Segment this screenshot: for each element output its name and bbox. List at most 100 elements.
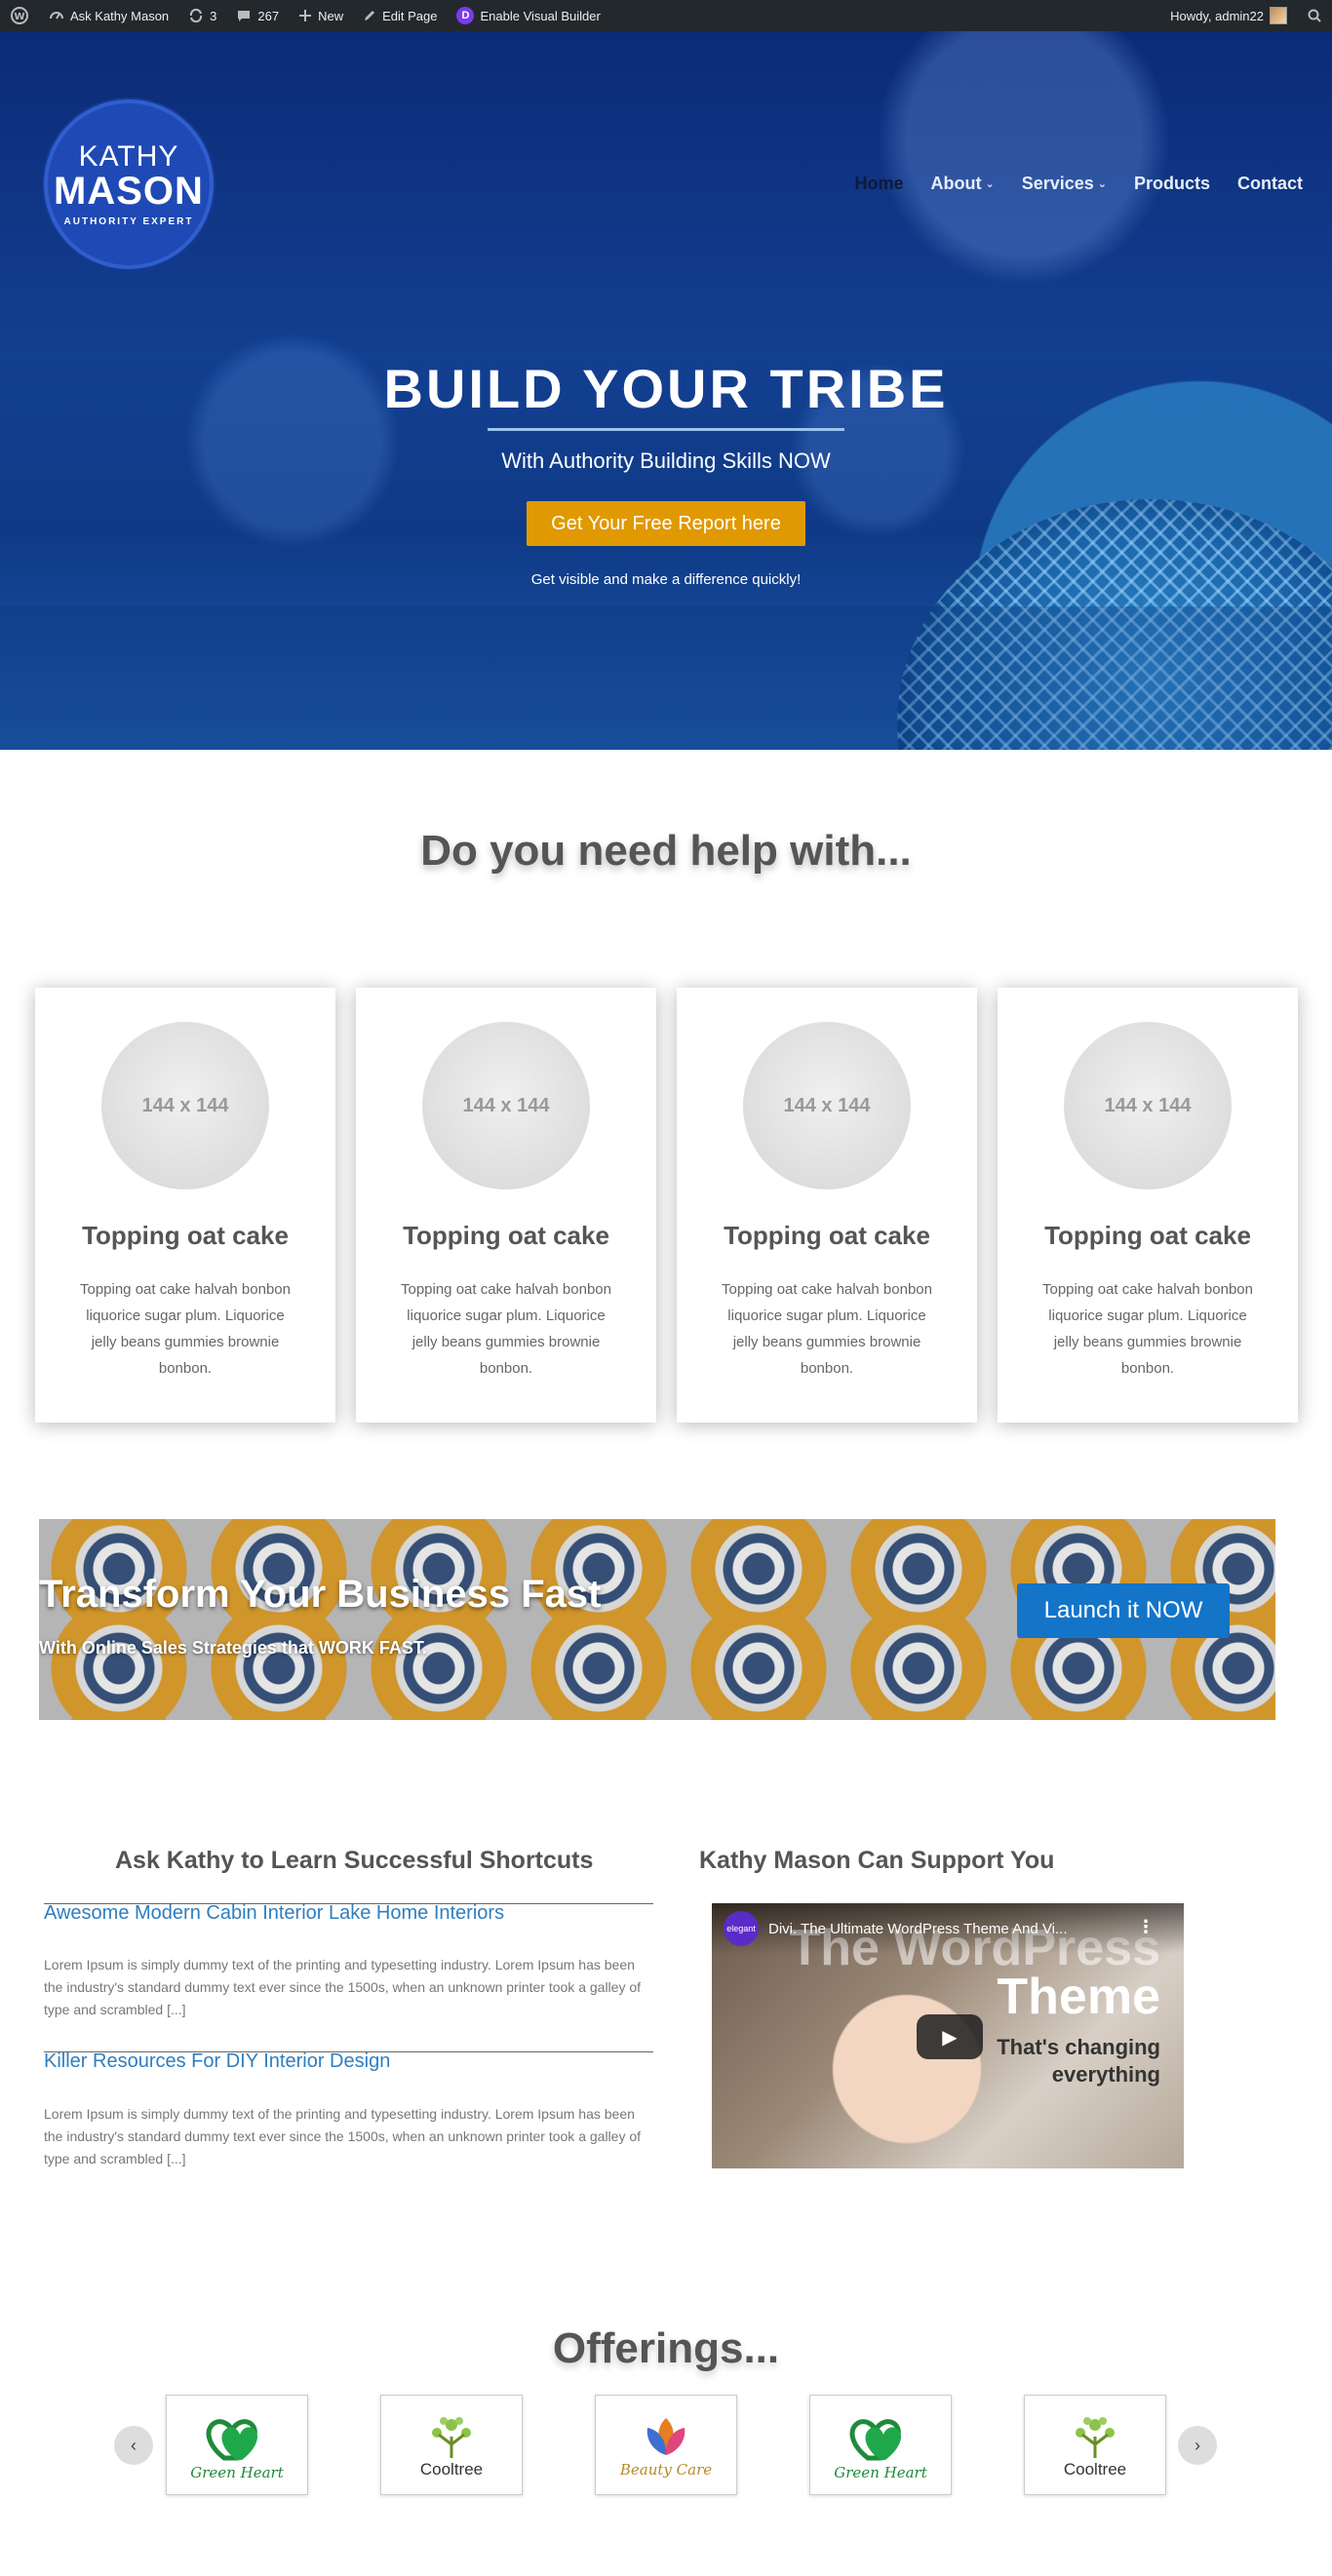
blog-section-title: Ask Kathy to Learn Successful Shortcuts — [115, 1847, 594, 1874]
video-title[interactable]: Divi. The Ultimate WordPress Theme And V… — [768, 1921, 1068, 1937]
client-logo[interactable]: Cooltree — [1024, 2395, 1166, 2495]
play-icon: ▶ — [942, 2026, 958, 2049]
card-title: Topping oat cake — [724, 1221, 930, 1250]
client-logo[interactable]: Green Heart — [166, 2395, 308, 2495]
client-logo[interactable]: Beauty Care — [595, 2395, 737, 2495]
logo-name: Green Heart — [190, 2463, 284, 2481]
admin-search-button[interactable] — [1297, 0, 1332, 31]
new-content-link[interactable]: New — [289, 0, 353, 31]
card-text: Topping oat cake halvah bonbon liquorice… — [400, 1281, 611, 1377]
account-menu[interactable]: Howdy, admin22 — [1160, 0, 1297, 31]
nav-item-products[interactable]: Products — [1134, 174, 1210, 194]
wordpress-icon: W — [11, 7, 28, 24]
updates-link[interactable]: 3 — [178, 0, 226, 31]
visual-builder-label: Enable Visual Builder — [480, 8, 601, 23]
card-title: Topping oat cake — [403, 1221, 609, 1250]
chevron-down-icon: ⌄ — [1097, 178, 1107, 190]
pencil-icon — [365, 11, 375, 20]
admin-bar: W Ask Kathy Mason 3 267 New Edit Page D … — [0, 0, 1332, 31]
launch-button[interactable]: Launch it NOW — [1017, 1583, 1230, 1638]
logo-tagline: AUTHORITY EXPERT — [63, 215, 194, 227]
client-logo[interactable]: Green Heart — [809, 2395, 952, 2495]
nav-item-label: Products — [1133, 174, 1210, 193]
logo-line-2: MASON — [54, 169, 204, 213]
more-options-icon[interactable]: ⋮ — [1137, 1917, 1155, 1937]
nav-item-contact[interactable]: Contact — [1237, 174, 1303, 194]
green-heart-logo-icon — [849, 2418, 901, 2460]
green-heart-logo-icon — [206, 2418, 257, 2460]
video-section-title: Kathy Mason Can Support You — [699, 1847, 1055, 1874]
nav-item-label: About — [930, 174, 982, 193]
play-button[interactable]: ▶ — [917, 2014, 983, 2059]
video-overlay-caption: That's changing everything — [997, 2035, 1160, 2087]
divi-icon: D — [456, 7, 475, 24]
card-text: Topping oat cake halvah bonbon liquorice… — [79, 1281, 291, 1377]
cooltree-logo-icon — [1076, 2416, 1115, 2458]
service-card: 144 x 144 Topping oat cake Topping oat c… — [998, 988, 1298, 1423]
service-card: 144 x 144 Topping oat cake Topping oat c… — [35, 988, 335, 1423]
edit-page-label: Edit Page — [382, 8, 438, 23]
client-logo[interactable]: Cooltree — [380, 2395, 523, 2495]
nav-item-label: Services — [1021, 174, 1094, 193]
edit-page-link[interactable]: Edit Page — [353, 0, 447, 31]
video-overlay-text: Theme — [997, 1969, 1160, 2025]
logo-name: Cooltree — [419, 2459, 484, 2478]
hero-divider — [488, 428, 844, 431]
site-name-link[interactable]: Ask Kathy Mason — [39, 0, 178, 31]
carousel-next-button[interactable]: › — [1178, 2426, 1217, 2465]
offerings-title: Offerings... — [552, 2324, 780, 2372]
logo-line-1: KATHY — [78, 139, 179, 173]
free-report-button[interactable]: Get Your Free Report here — [527, 501, 805, 546]
site-logo[interactable]: KATHY MASON AUTHORITY EXPERT — [44, 99, 214, 269]
beauty-care-logo-icon — [646, 2417, 686, 2455]
hero-tagline: Get visible and make a difference quickl… — [530, 571, 802, 588]
hero-subtitle: With Authority Building Skills NOW — [501, 449, 831, 473]
comments-link[interactable]: 267 — [226, 0, 289, 31]
search-icon — [1308, 9, 1321, 22]
nav-item-services[interactable]: Services ⌄ — [1022, 174, 1107, 194]
plus-icon — [299, 10, 312, 21]
post-title-link[interactable]: Killer Resources For DIY Interior Design — [44, 2050, 390, 2073]
channel-avatar[interactable]: elegant — [724, 1911, 759, 1946]
hero-section: KATHY MASON AUTHORITY EXPERT Home About ⌄… — [0, 31, 1332, 750]
updates-icon — [190, 8, 203, 23]
post-title-link[interactable]: Awesome Modern Cabin Interior Lake Home … — [44, 1902, 504, 1925]
help-section-title: Do you need help with... — [420, 827, 912, 875]
carousel-prev-button[interactable]: ‹ — [114, 2426, 153, 2465]
comment-icon — [238, 11, 251, 21]
chevron-right-icon: › — [1195, 2435, 1200, 2455]
visual-builder-link[interactable]: D Enable Visual Builder — [447, 0, 609, 31]
service-card: 144 x 144 Topping oat cake Topping oat c… — [356, 988, 656, 1423]
placeholder-image: 144 x 144 — [422, 1022, 590, 1190]
logo-name: Beauty Care — [619, 2460, 713, 2478]
placeholder-image: 144 x 144 — [743, 1022, 911, 1190]
updates-count: 3 — [210, 8, 217, 23]
cta-banner: Transform Your Business Fast With Online… — [39, 1519, 1275, 1720]
wordpress-logo-button[interactable]: W — [0, 0, 39, 31]
nav-item-home[interactable]: Home — [854, 174, 903, 194]
service-card: 144 x 144 Topping oat cake Topping oat c… — [677, 988, 977, 1423]
cta-subtitle: With Online Sales Strategies that WORK F… — [39, 1638, 427, 1658]
logo-name: Cooltree — [1063, 2459, 1127, 2478]
nav-item-label: Home — [854, 174, 904, 193]
card-title: Topping oat cake — [82, 1221, 289, 1250]
cta-title: Transform Your Business Fast — [39, 1573, 602, 1616]
logo-name: Green Heart — [834, 2463, 927, 2481]
video-header: elegant Divi. The Ultimate WordPress The… — [712, 1903, 1184, 1954]
nav-item-label: Contact — [1237, 174, 1303, 193]
video-embed[interactable]: The WordPress Theme That's changing ever… — [712, 1903, 1184, 2168]
card-title: Topping oat cake — [1044, 1221, 1251, 1250]
card-text: Topping oat cake halvah bonbon liquorice… — [1041, 1281, 1253, 1377]
site-name-label: Ask Kathy Mason — [70, 8, 170, 23]
placeholder-image: 144 x 144 — [1064, 1022, 1232, 1190]
howdy-label: Howdy, admin22 — [1170, 8, 1264, 23]
main-nav: Home About ⌄ Services ⌄ Products Contact — [854, 174, 1303, 194]
nav-item-about[interactable]: About ⌄ — [930, 174, 994, 194]
chevron-left-icon: ‹ — [131, 2435, 137, 2455]
post-excerpt: Lorem Ipsum is simply dummy text of the … — [44, 1957, 642, 2017]
avatar — [1270, 7, 1287, 24]
cooltree-logo-icon — [432, 2416, 471, 2458]
placeholder-image: 144 x 144 — [101, 1022, 269, 1190]
chevron-down-icon: ⌄ — [985, 178, 995, 190]
post-excerpt: Lorem Ipsum is simply dummy text of the … — [44, 2106, 642, 2166]
